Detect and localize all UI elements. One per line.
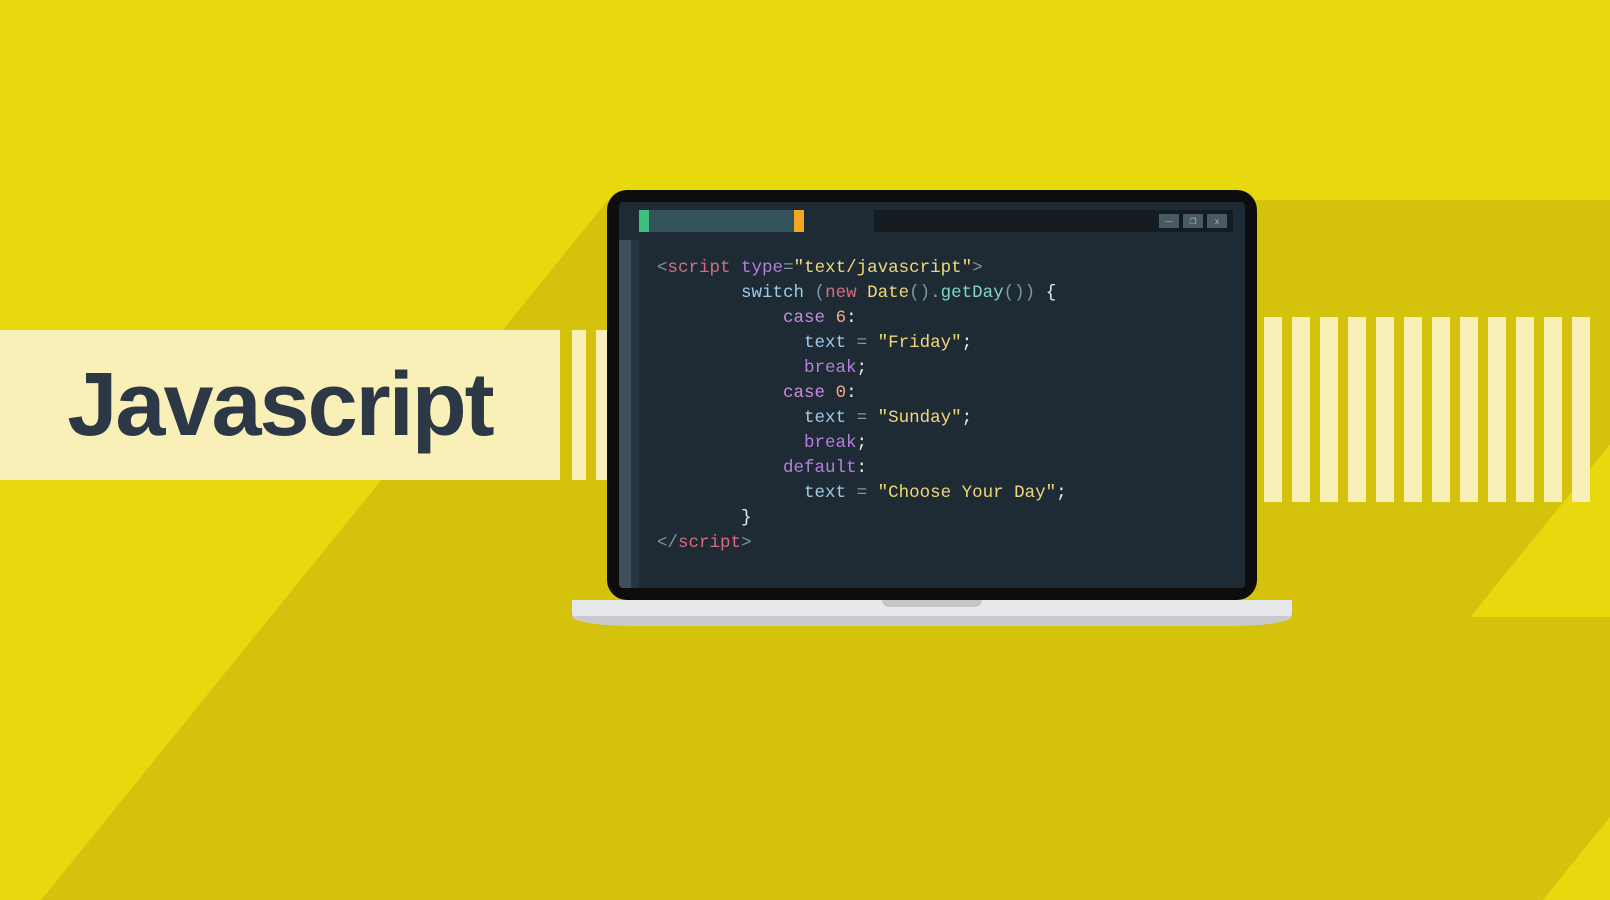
close-icon: x — [1207, 214, 1227, 228]
editor-titlebar: — ❐ x — [874, 210, 1233, 232]
laptop-screen-bezel: — ❐ x <script type="text/javascript"> sw… — [607, 190, 1257, 600]
editor-accent-green — [639, 210, 649, 232]
editor-accent-orange — [794, 210, 804, 232]
laptop-illustration: — ❐ x <script type="text/javascript"> sw… — [572, 190, 1292, 616]
laptop-notch — [882, 600, 982, 607]
laptop-base — [572, 600, 1292, 616]
page-title: Javascript — [67, 354, 492, 457]
editor-gutter — [631, 240, 639, 588]
decor-stripes-right — [1264, 317, 1590, 502]
editor-screen: — ❐ x <script type="text/javascript"> sw… — [619, 202, 1245, 588]
editor-tab-active — [649, 210, 794, 232]
editor-tabbar: — ❐ x — [639, 210, 1233, 232]
laptop-base-shadow — [0, 617, 1610, 900]
minimize-icon: — — [1159, 214, 1179, 228]
maximize-icon: ❐ — [1183, 214, 1203, 228]
editor-minimap-bar — [619, 240, 631, 588]
code-block: <script type="text/javascript"> switch (… — [657, 256, 1235, 556]
title-band: Javascript — [0, 330, 560, 480]
